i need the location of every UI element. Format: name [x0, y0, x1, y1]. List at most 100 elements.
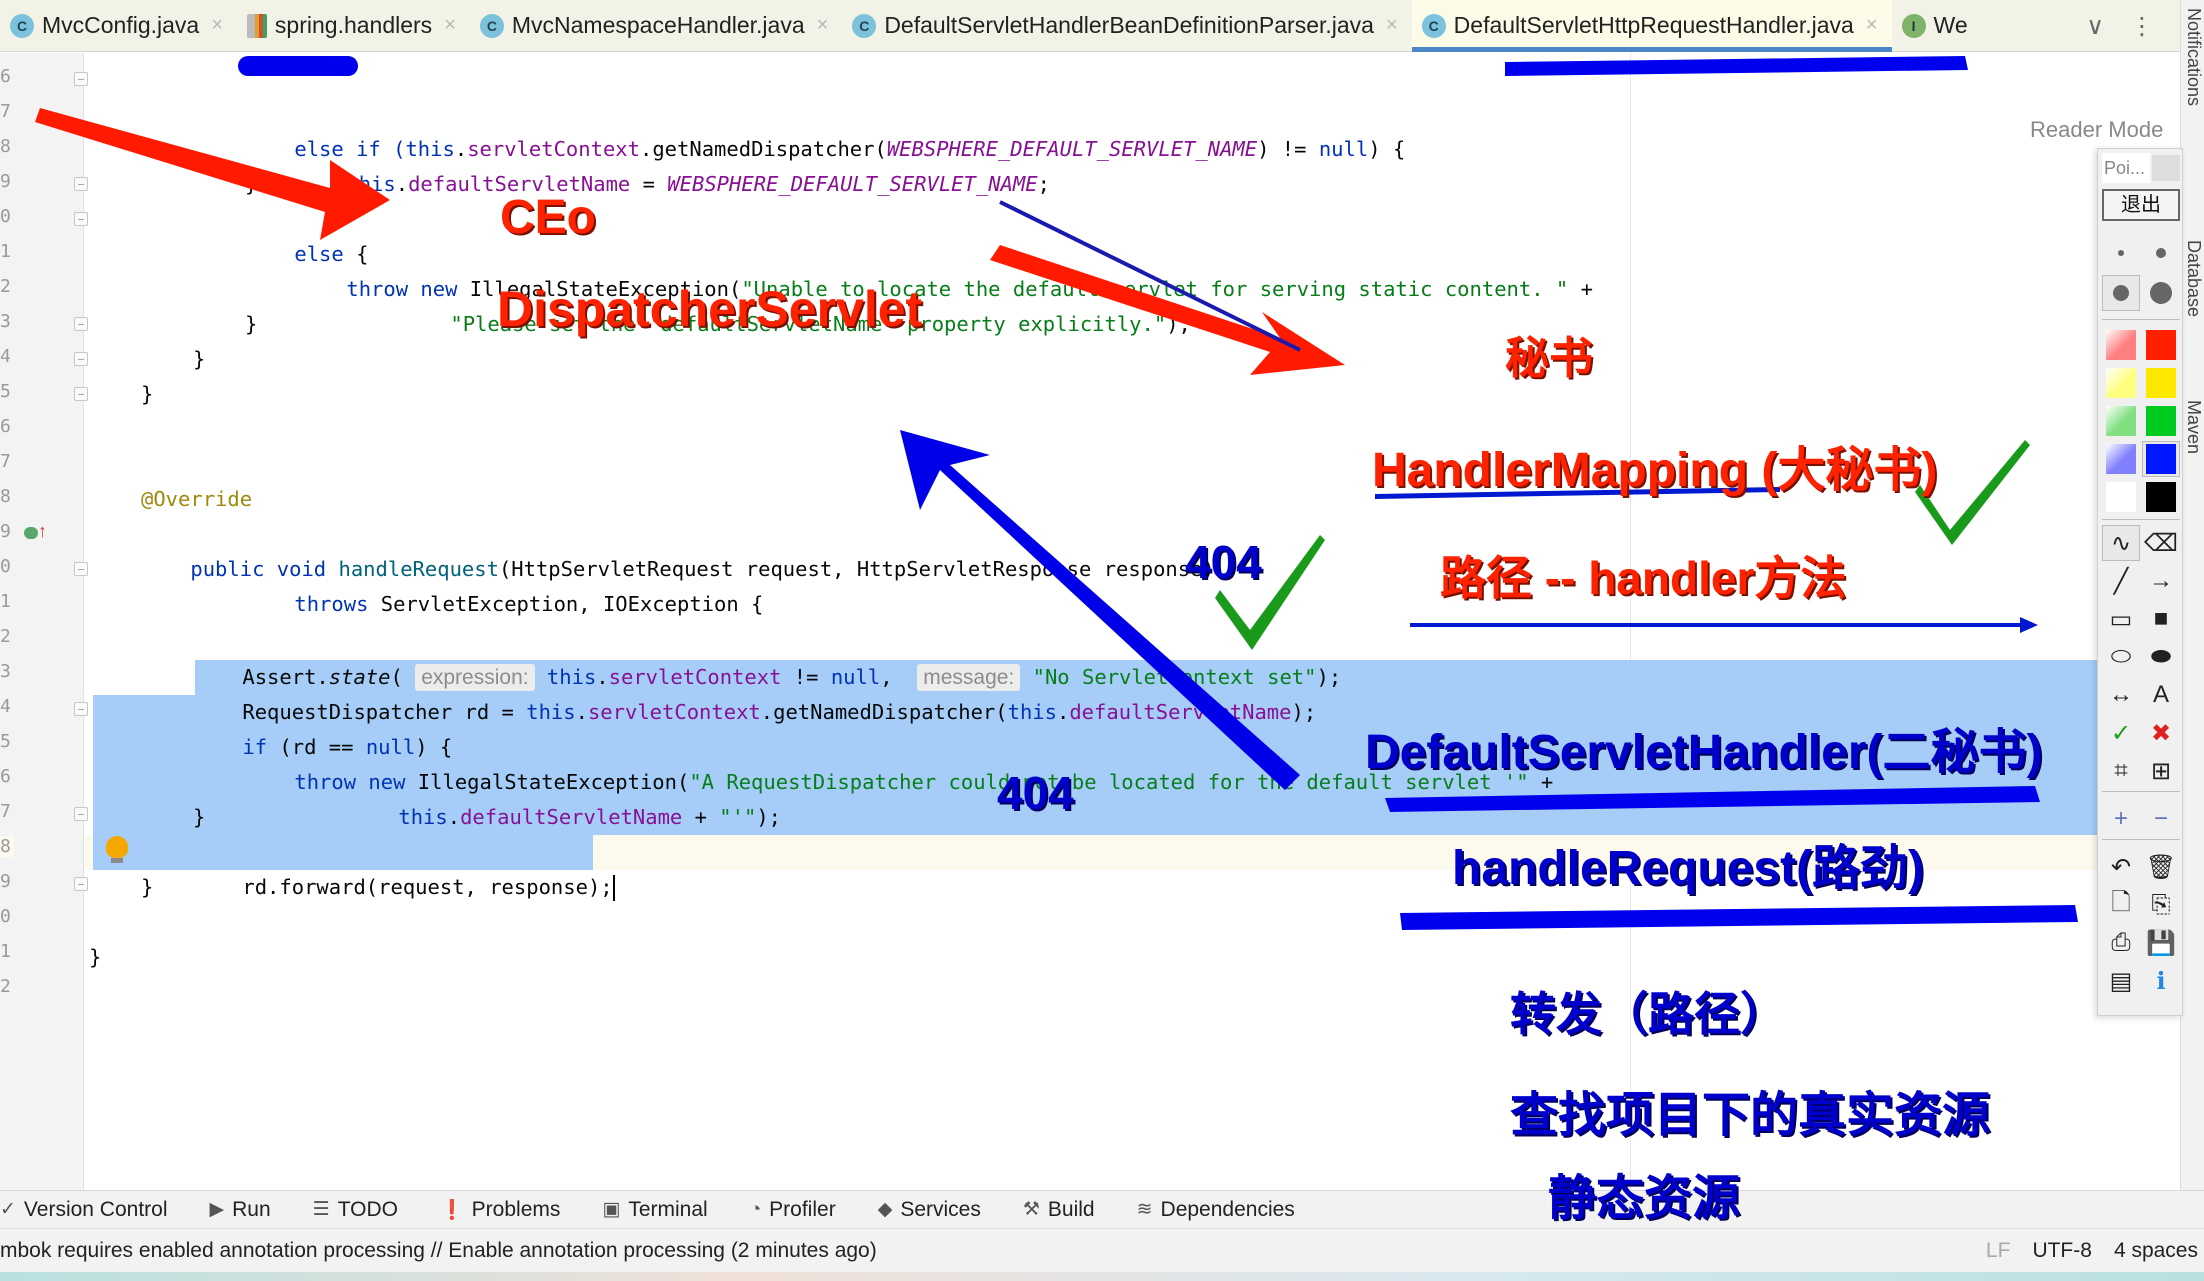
class-icon: C	[852, 13, 877, 38]
tab-label: MvcNamespaceHandler.java	[511, 12, 805, 38]
hammer-icon: ⚒	[1022, 1199, 1040, 1220]
exit-button[interactable]: 退出	[2102, 189, 2180, 221]
text-caret	[612, 875, 615, 901]
fold-marker-icon[interactable]	[74, 317, 88, 331]
delete-tool-icon[interactable]: 🗑	[2142, 849, 2180, 885]
double-arrow-tool-icon[interactable]: ↔	[2102, 677, 2140, 713]
toolbar-handle[interactable]	[2152, 155, 2180, 181]
drawing-toolbar: Poi... 退出 ∿ ⌫ ╱ → ▭ ■ ⬭ ⬬ ↔ A ✓ ✖ ⌗ ⊞ + − ↶ 🗑 🗋 ⎘ ⎙ 💾 ▤ ℹ	[2097, 148, 2183, 1016]
copy-tool-icon[interactable]: ⎘	[2142, 887, 2180, 923]
fold-marker-icon[interactable]	[74, 877, 88, 891]
tab-we[interactable]: I We	[1892, 0, 1982, 52]
rectangle-tool-icon[interactable]: ▭	[2102, 601, 2140, 637]
cross-tool-icon[interactable]: ✖	[2142, 715, 2180, 751]
line-number: 7	[0, 801, 11, 822]
build-tab[interactable]: ⚒ Build	[1023, 1198, 1095, 1222]
problems-tab[interactable]: ❗ Problems	[440, 1198, 560, 1222]
filled-rectangle-tool-icon[interactable]: ■	[2142, 601, 2180, 637]
fold-marker-icon[interactable]	[74, 387, 88, 401]
print-tool-icon[interactable]: ⎙	[2102, 925, 2140, 961]
new-tool-icon[interactable]: 🗋	[2102, 887, 2140, 923]
encoding-indicator[interactable]: UTF-8	[2032, 1239, 2092, 1263]
more-icon[interactable]: ⋮	[2130, 12, 2154, 41]
line-number: 4	[0, 696, 11, 717]
ellipse-tool-icon[interactable]: ⬭	[2102, 639, 2140, 675]
annotation-404: 404	[1185, 536, 1262, 588]
tab-defaultservlethandlerbeandefinitionparser[interactable]: C DefaultServletHandlerBeanDefinitionPar…	[842, 0, 1411, 52]
info-tool-icon[interactable]: ℹ	[2142, 963, 2180, 999]
line-ending-indicator[interactable]: LF	[1986, 1239, 2011, 1263]
line-number: 2	[0, 976, 11, 997]
zoom-out-tool-icon[interactable]: −	[2142, 801, 2180, 837]
screen-tool-icon[interactable]: ▤	[2102, 963, 2140, 999]
chevron-down-icon[interactable]: ∨	[2086, 12, 2104, 41]
annotation-find-resources: 查找项目下的真实资源	[1510, 1089, 1991, 1142]
tab-defaultservlethttprequesthandler[interactable]: C DefaultServletHttpRequestHandler.java …	[1411, 0, 1892, 52]
notifications-tool[interactable]: Notifications	[2183, 8, 2204, 106]
annotation-default-servlet-handler: DefaultServletHandler(二秘书)	[1365, 726, 2043, 779]
close-icon[interactable]: ×	[1866, 14, 1878, 37]
annotation-ceo: CEo	[500, 191, 596, 244]
save-tool-icon[interactable]: 💾	[2142, 925, 2180, 961]
close-icon[interactable]: ×	[444, 14, 456, 37]
text-tool-icon[interactable]: A	[2142, 677, 2180, 713]
fold-marker-icon[interactable]	[74, 72, 88, 86]
arrow-tool-icon[interactable]: →	[2142, 563, 2180, 599]
line-number: 0	[0, 206, 11, 227]
color-swatch[interactable]	[2102, 479, 2140, 515]
fold-marker-icon[interactable]	[74, 177, 88, 191]
profiler-tab[interactable]: ◔ Profiler	[750, 1198, 836, 1222]
color-swatch[interactable]	[2142, 327, 2180, 363]
check-tool-icon[interactable]: ✓	[2102, 715, 2140, 751]
services-tab[interactable]: ◆ Services	[878, 1198, 981, 1222]
crop-tool-icon[interactable]: ⌗	[2102, 753, 2140, 789]
fold-marker-icon[interactable]	[74, 562, 88, 576]
close-icon[interactable]: ×	[817, 14, 829, 37]
maven-tool[interactable]: Maven	[2183, 400, 2204, 454]
color-swatch[interactable]	[2142, 365, 2180, 401]
freehand-tool-icon[interactable]: ∿	[2102, 525, 2140, 561]
color-swatch[interactable]	[2142, 403, 2180, 439]
color-swatch[interactable]	[2142, 441, 2180, 477]
filled-ellipse-tool-icon[interactable]: ⬬	[2142, 639, 2180, 675]
zoom-tool-icon[interactable]: ⊞	[2142, 753, 2180, 789]
close-icon[interactable]: ×	[211, 14, 223, 37]
line-number: 5	[0, 731, 11, 752]
pen-size-medium[interactable]	[2142, 235, 2180, 271]
eraser-tool-icon[interactable]: ⌫	[2142, 525, 2180, 561]
color-swatch[interactable]	[2102, 441, 2140, 477]
color-swatch[interactable]	[2102, 327, 2140, 363]
tab-mvcconfig[interactable]: C MvcConfig.java ×	[0, 0, 237, 52]
database-tool[interactable]: Database	[2183, 240, 2204, 317]
indent-indicator[interactable]: 4 spaces	[2114, 1239, 2198, 1263]
lightbulb-icon[interactable]	[106, 836, 128, 858]
run-tab[interactable]: ▶ Run	[210, 1198, 271, 1222]
color-swatch[interactable]	[2102, 403, 2140, 439]
status-message[interactable]: mbok requires enabled annotation process…	[0, 1239, 877, 1263]
pen-size-small[interactable]	[2102, 235, 2140, 271]
fold-marker-icon[interactable]	[74, 702, 88, 716]
color-swatch[interactable]	[2142, 479, 2180, 515]
pen-size-xlarge[interactable]	[2142, 275, 2180, 311]
problems-icon: ❗	[440, 1199, 464, 1221]
implements-method-icon[interactable]	[24, 527, 38, 539]
undo-tool-icon[interactable]: ↶	[2102, 849, 2140, 885]
tab-spring-handlers[interactable]: spring.handlers ×	[237, 0, 470, 52]
reader-mode-button[interactable]: Reader Mode	[2030, 117, 2163, 143]
swatch-fill	[2106, 368, 2136, 398]
tab-mvcnamespacehandler[interactable]: C MvcNamespaceHandler.java ×	[470, 0, 842, 52]
pen-size-large[interactable]	[2102, 275, 2140, 311]
close-icon[interactable]: ×	[1386, 14, 1398, 37]
code-line: @Override	[141, 487, 253, 511]
fold-marker-icon[interactable]	[74, 807, 88, 821]
fold-marker-icon[interactable]	[74, 352, 88, 366]
version-control-tab[interactable]: ✓ Version Control	[0, 1198, 168, 1222]
code-editor[interactable]: Reader Mode ✓ else if (this.servletConte…	[85, 53, 2180, 1190]
fold-marker-icon[interactable]	[74, 212, 88, 226]
dependencies-tab[interactable]: ≋ Dependencies	[1137, 1198, 1295, 1222]
todo-tab[interactable]: ☰ TODO	[313, 1198, 398, 1222]
color-swatch[interactable]	[2102, 365, 2140, 401]
zoom-in-tool-icon[interactable]: +	[2102, 801, 2140, 837]
line-tool-icon[interactable]: ╱	[2102, 563, 2140, 599]
terminal-tab[interactable]: ▣ Terminal	[602, 1198, 707, 1222]
